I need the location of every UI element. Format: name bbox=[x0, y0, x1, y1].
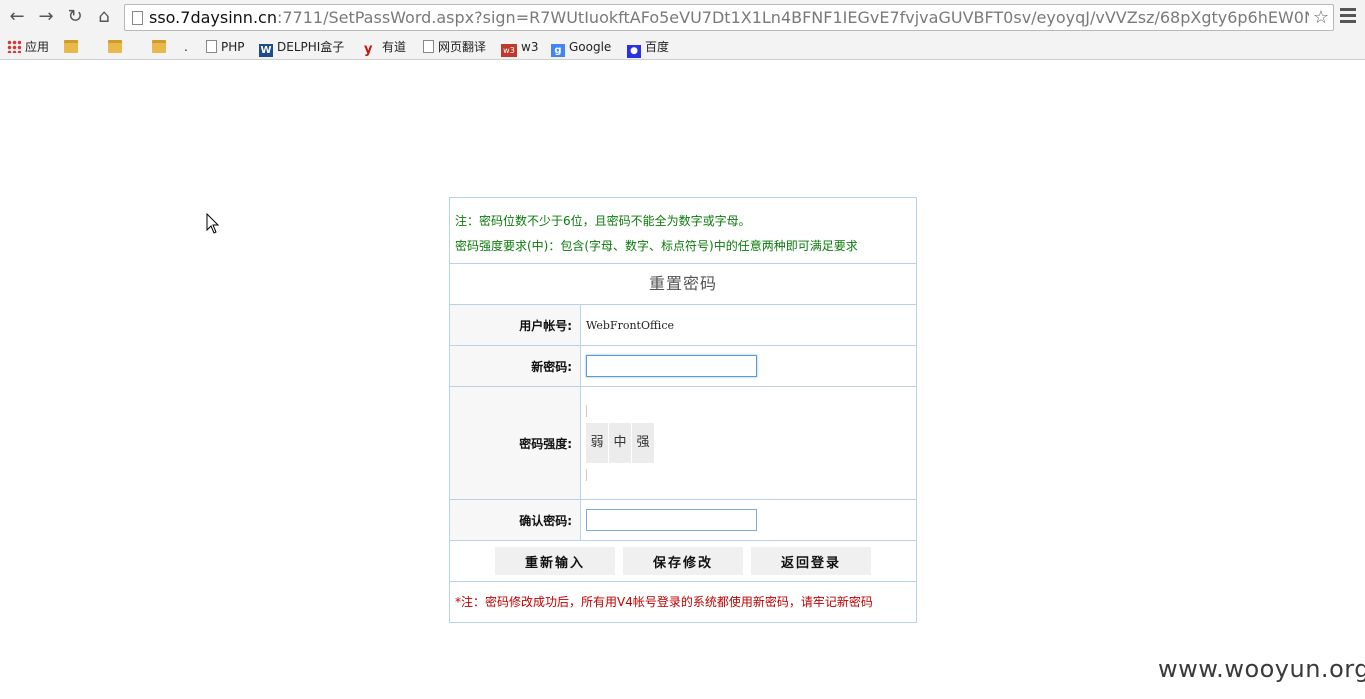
bookmarks-bar: 应用 . PHP W DELPHI盒子 y 有道 网页翻译 w3 w3 g Google… bbox=[0, 34, 1365, 60]
page-icon bbox=[132, 11, 143, 25]
new-password-row: 新密码: bbox=[450, 346, 916, 387]
bookmark-baidu[interactable]: ● 百度 bbox=[627, 38, 670, 58]
folder-icon bbox=[64, 40, 78, 53]
forward-arrow-icon[interactable]: → bbox=[35, 6, 57, 28]
strength-medium: 中 bbox=[609, 423, 631, 463]
bookmark-folder-2[interactable] bbox=[108, 38, 126, 56]
note-length-rule: 注：密码位数不少于6位，且密码不能全为数字或字母。 bbox=[455, 214, 751, 228]
bookmark-label: DELPHI盒子 bbox=[277, 40, 345, 54]
strength-meter: 弱 中 强 bbox=[586, 423, 655, 463]
mouse-cursor-icon bbox=[206, 213, 220, 234]
bookmark-label: 百度 bbox=[645, 40, 670, 54]
confirm-password-label: 确认密码: bbox=[450, 500, 581, 540]
bookmark-delphi[interactable]: W DELPHI盒子 bbox=[259, 38, 345, 57]
back-arrow-icon[interactable]: ← bbox=[6, 6, 28, 28]
bookmark-apps[interactable]: 应用 bbox=[7, 38, 49, 56]
google-icon: g bbox=[551, 44, 565, 57]
save-changes-button[interactable]: 保存修改 bbox=[623, 547, 743, 575]
youdao-y-icon: y bbox=[364, 42, 373, 57]
bookmark-folder-1[interactable] bbox=[64, 38, 82, 56]
form-actions: 重新输入 保存修改 返回登录 bbox=[450, 541, 916, 582]
strength-strong: 强 bbox=[632, 423, 654, 463]
account-label: 用户帐号: bbox=[450, 305, 581, 345]
bookmark-label: . bbox=[184, 40, 188, 54]
password-strength-row: 密码强度: 弱 中 强 bbox=[450, 387, 916, 500]
folder-icon bbox=[152, 40, 166, 53]
delphi-w-icon: W bbox=[259, 44, 273, 57]
bookmark-star-icon[interactable]: ☆ bbox=[1313, 6, 1329, 30]
note-strength-rule: 密码强度要求(中)：包含(字母、数字、标点符号)中的任意两种即可满足要求 bbox=[455, 239, 858, 253]
bookmark-youdao[interactable]: y 有道 bbox=[364, 38, 406, 56]
bookmark-w3[interactable]: w3 w3 bbox=[501, 38, 539, 57]
strength-weak: 弱 bbox=[586, 423, 608, 463]
reload-icon[interactable]: ↻ bbox=[64, 6, 86, 28]
new-password-input[interactable] bbox=[586, 355, 757, 377]
footer-note: *注：密码修改成功后，所有用V4帐号登录的系统都使用新密码，请牢记新密码 bbox=[455, 595, 873, 609]
reset-input-button[interactable]: 重新输入 bbox=[495, 547, 615, 575]
account-row: 用户帐号: WebFrontOffice bbox=[450, 305, 916, 346]
url-host: sso.7daysinn.cn bbox=[149, 8, 277, 27]
password-rules-notes: 注：密码位数不少于6位，且密码不能全为数字或字母。 密码强度要求(中)：包含(字… bbox=[450, 198, 916, 264]
bookmark-php[interactable]: PHP bbox=[206, 38, 245, 56]
confirm-password-row: 确认密码: bbox=[450, 500, 916, 541]
strength-bottom-marker bbox=[586, 469, 587, 481]
bookmark-label: 网页翻译 bbox=[438, 40, 487, 54]
page-icon bbox=[206, 40, 217, 53]
home-icon[interactable]: ⌂ bbox=[93, 6, 115, 28]
bookmark-translate[interactable]: 网页翻译 bbox=[423, 38, 486, 56]
bookmark-folder-3[interactable]: . bbox=[152, 38, 188, 56]
address-bar[interactable]: sso.7daysinn.cn:7711/SetPassWord.aspx?si… bbox=[124, 4, 1334, 31]
new-password-label: 新密码: bbox=[450, 346, 581, 386]
form-title-row: 重置密码 bbox=[450, 264, 916, 305]
back-to-login-button[interactable]: 返回登录 bbox=[751, 547, 871, 575]
bookmark-label: 有道 bbox=[382, 40, 407, 54]
bookmark-label: PHP bbox=[221, 40, 245, 54]
browser-toolbar: ← → ↻ ⌂ sso.7daysinn.cn:7711/SetPassWord… bbox=[0, 0, 1365, 34]
watermark-text: www.wooyun.org bbox=[1158, 655, 1365, 683]
bookmark-google[interactable]: g Google bbox=[551, 38, 612, 57]
strength-label: 密码强度: bbox=[450, 387, 581, 499]
confirm-password-input[interactable] bbox=[586, 509, 757, 531]
account-value: WebFrontOffice bbox=[586, 318, 674, 332]
bookmark-label: Google bbox=[569, 40, 612, 54]
w3-icon: w3 bbox=[501, 44, 517, 57]
form-title: 重置密码 bbox=[648, 274, 717, 293]
reset-password-panel: 注：密码位数不少于6位，且密码不能全为数字或字母。 密码强度要求(中)：包含(字… bbox=[449, 197, 917, 623]
baidu-paw-icon: ● bbox=[627, 45, 641, 58]
footer-note-row: *注：密码修改成功后，所有用V4帐号登录的系统都使用新密码，请牢记新密码 bbox=[450, 582, 916, 622]
bookmark-label: w3 bbox=[521, 40, 539, 54]
strength-top-marker bbox=[586, 405, 587, 417]
apps-grid-icon bbox=[7, 40, 21, 53]
folder-icon bbox=[108, 40, 122, 53]
page-icon bbox=[423, 40, 434, 53]
menu-icon[interactable] bbox=[1340, 8, 1356, 24]
bookmark-label: 应用 bbox=[25, 40, 50, 54]
url-path: :7711/SetPassWord.aspx?sign=R7WUtIuokftA… bbox=[276, 8, 1309, 27]
url-text[interactable]: sso.7daysinn.cn:7711/SetPassWord.aspx?si… bbox=[149, 8, 1309, 28]
